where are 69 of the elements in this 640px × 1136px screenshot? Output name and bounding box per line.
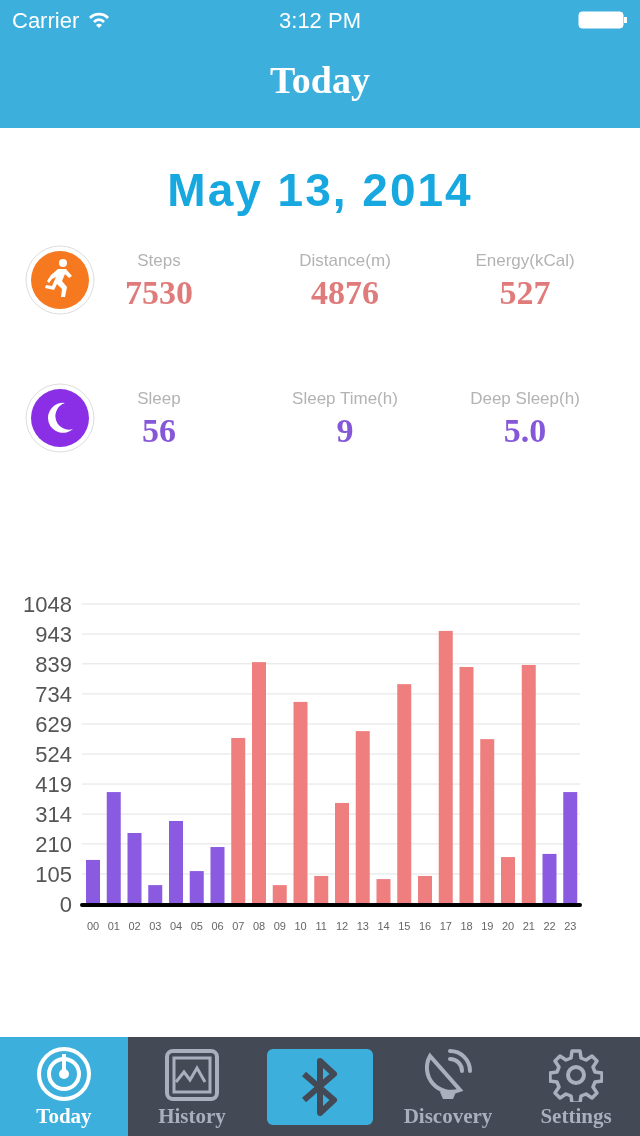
axis-tick-label: 943 [35, 622, 72, 648]
axis-tick-label: 23 [564, 920, 577, 932]
stat-value: 9 [336, 411, 354, 450]
stat-value: 527 [499, 273, 551, 312]
chart-monitor-icon [164, 1048, 220, 1102]
axis-tick-label: 16 [418, 920, 432, 932]
axis-tick-label: 1048 [23, 592, 72, 617]
bar [86, 859, 100, 904]
axis-tick-label: 524 [35, 742, 72, 767]
clock-time: 3:12 PM [279, 6, 361, 35]
bluetooth-button[interactable] [267, 1048, 373, 1125]
carrier-label: Carrier [12, 6, 80, 35]
axis-tick-label: 01 [107, 920, 120, 932]
bar [376, 879, 391, 904]
power-icon [36, 1046, 92, 1102]
stat-label: Energy(kCal) [475, 250, 575, 273]
stat-value: 4876 [311, 273, 379, 312]
axis-tick-label: 11 [315, 920, 327, 932]
bar [501, 857, 515, 904]
axis-tick-label: 06 [211, 920, 224, 932]
stat-value: 7530 [125, 273, 193, 312]
runner-icon [25, 245, 95, 315]
axis-tick-label: 210 [35, 831, 72, 857]
tab[interactable]: Today [0, 1037, 128, 1136]
axis-tick-label: 105 [35, 861, 72, 887]
axis-tick-label: 14 [377, 920, 390, 932]
axis-tick-label: 08 [252, 920, 266, 932]
axis-tick-label: 00 [86, 920, 100, 932]
axis-tick-label: 18 [460, 920, 473, 932]
battery-icon [578, 10, 628, 30]
axis-tick-label: 15 [398, 920, 411, 932]
bar [127, 833, 142, 904]
axis-tick-label: 12 [335, 920, 349, 932]
stat-label: Deep Sleep(h) [470, 388, 580, 411]
bar [210, 847, 225, 904]
screen-title: Today [270, 57, 370, 103]
axis-tick-label: 05 [190, 920, 203, 932]
settings-icon [549, 1048, 603, 1102]
axis-tick-label: 10 [294, 920, 307, 932]
axis-tick-label: 20 [501, 920, 515, 932]
date-heading: May 13, 2014 [167, 163, 473, 218]
axis-tick-label: 419 [35, 772, 72, 798]
axis-tick-label: 21 [522, 920, 535, 932]
stat-value: 5.0 [503, 411, 547, 450]
axis-tick-label: 734 [35, 681, 72, 707]
axis-tick-label: 0 [59, 892, 72, 917]
bar [542, 853, 557, 904]
stat-value: 56 [142, 411, 176, 450]
axis-tick-label: 839 [35, 651, 72, 677]
axis-tick-label: 03 [149, 920, 162, 932]
axis-tick-label: 07 [232, 920, 245, 932]
axis-tick-label: 19 [481, 920, 494, 932]
stat-label: Steps [137, 250, 181, 273]
bar [314, 875, 329, 904]
stat-label: Sleep [137, 388, 181, 411]
axis-tick-label: 314 [35, 802, 72, 828]
bar [189, 871, 204, 904]
bar [418, 875, 432, 904]
axis-tick-label: 629 [35, 711, 72, 737]
axis-tick-label: 04 [169, 920, 183, 932]
stat-label: Distance(m) [299, 250, 391, 273]
axis-tick-label: 17 [439, 920, 452, 932]
axis-tick-label: 13 [356, 920, 369, 932]
axis-tick-label: 09 [273, 920, 286, 932]
axis-tick-label: 02 [128, 920, 141, 932]
stat-label: Sleep Time(h) [292, 388, 398, 411]
moon-icon [25, 383, 95, 453]
wifi-icon [87, 11, 112, 29]
axis-tick-label: 22 [543, 920, 556, 932]
